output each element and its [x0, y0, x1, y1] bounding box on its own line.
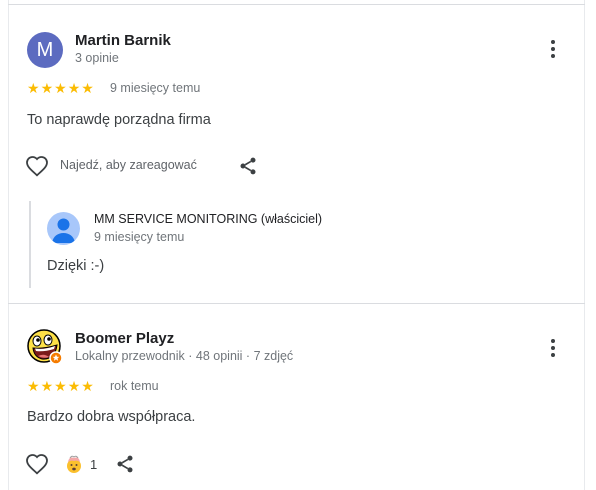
star-icon: ★	[67, 80, 81, 96]
review-text: To naprawdę porządna firma	[27, 112, 211, 128]
reply-text: Dzięki :-)	[47, 258, 105, 274]
author-name[interactable]: Martin Barnik	[75, 32, 171, 49]
owner-name: MM SERVICE MONITORING (właściciel)	[94, 212, 323, 226]
review-divider	[8, 303, 585, 304]
author-meta: Lokalny przewodnik · 48 opinii · 7 zdjęć	[75, 349, 294, 363]
heart-outline-icon[interactable]	[25, 452, 49, 476]
star-icon: ★	[54, 80, 67, 96]
mind-blown-emoji-icon[interactable]	[64, 454, 84, 474]
reply-indent-bar	[29, 201, 31, 288]
star-rating: ★ ★ ★ ★ ★	[27, 379, 94, 393]
star-icon: ★	[81, 80, 94, 96]
awesome-face-avatar[interactable]	[27, 329, 63, 365]
star-icon: ★	[67, 378, 81, 394]
share-icon[interactable]	[115, 454, 135, 474]
review-time: rok temu	[110, 379, 159, 393]
reply-time: 9 miesięcy temu	[94, 230, 185, 244]
top-divider	[8, 4, 585, 5]
star-rating: ★ ★ ★ ★ ★	[27, 81, 94, 95]
star-icon: ★	[40, 80, 54, 96]
share-icon[interactable]	[238, 156, 258, 176]
react-hint: Najedź, aby zareagować	[60, 158, 197, 172]
reaction-count: 1	[90, 457, 98, 472]
author-name[interactable]: Boomer Playz	[75, 330, 174, 347]
star-icon: ★	[27, 378, 40, 394]
heart-outline-icon[interactable]	[25, 154, 49, 178]
more-options-icon[interactable]	[543, 38, 563, 60]
star-icon: ★	[27, 80, 40, 96]
review-text: Bardzo dobra współpraca.	[27, 409, 196, 425]
more-options-icon[interactable]	[543, 337, 563, 359]
star-icon: ★	[81, 378, 94, 394]
star-icon: ★	[40, 378, 54, 394]
review-time: 9 miesięcy temu	[110, 81, 201, 95]
person-icon	[47, 212, 80, 245]
star-icon: ★	[54, 378, 67, 394]
author-avatar[interactable]: M	[27, 32, 63, 68]
author-meta: 3 opinie	[75, 51, 119, 65]
